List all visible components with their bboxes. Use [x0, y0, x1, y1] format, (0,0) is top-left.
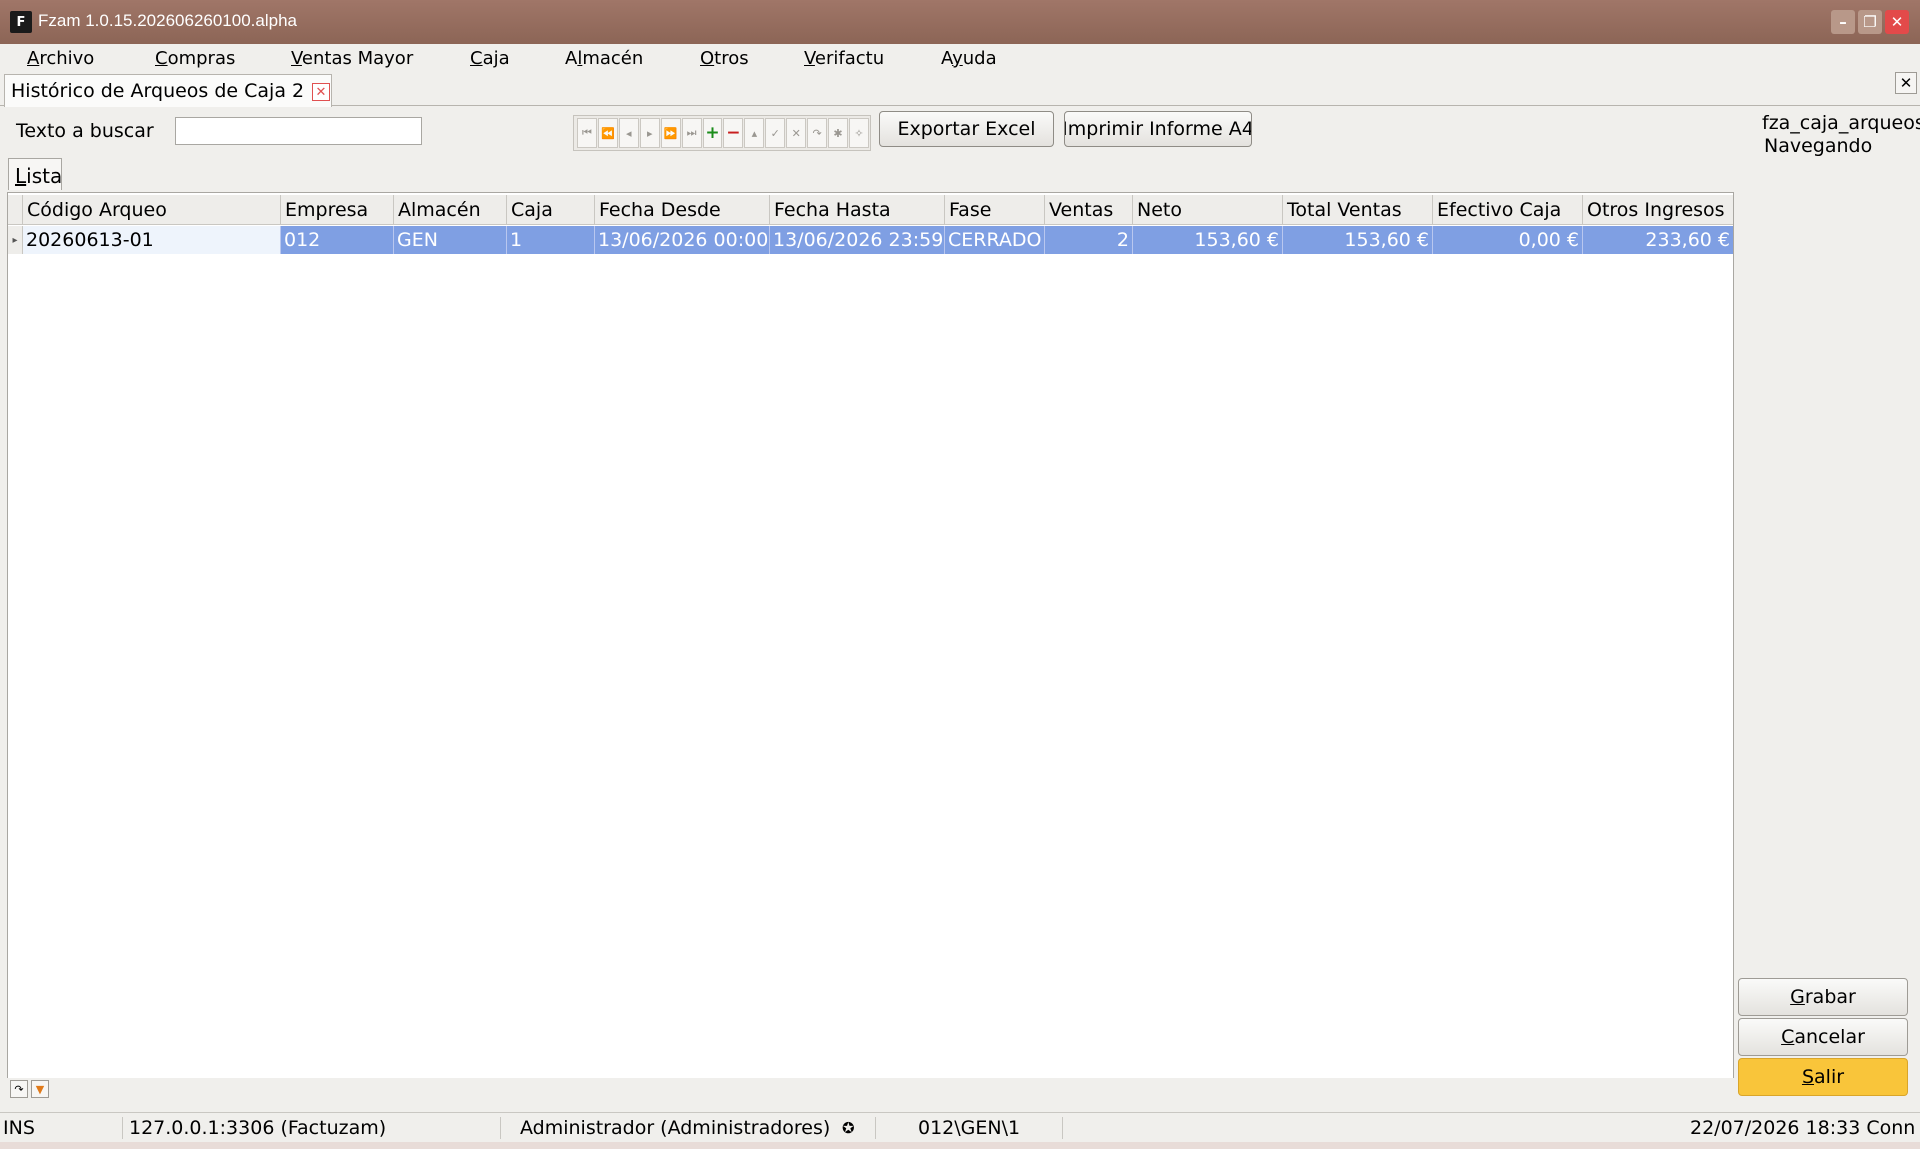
cell-neto[interactable]: 153,60 € — [1133, 226, 1283, 254]
grabar-button[interactable]: Grabar — [1738, 978, 1908, 1016]
menu-ventas-mayor[interactable]: Ventas Mayor — [291, 48, 413, 69]
status-divider — [500, 1117, 501, 1139]
column-header[interactable]: Código Arqueo — [23, 195, 281, 225]
record-navigator: ⏮ ⏪ ◂ ▸ ⏩ ⏭ + − ▴ ✓ ✕ ↷ ✱ ✧ — [573, 115, 871, 151]
column-header[interactable]: Total Ventas — [1283, 195, 1433, 225]
salir-button[interactable]: Salir — [1738, 1058, 1908, 1096]
window-bottom-edge — [0, 1142, 1920, 1149]
maximize-button[interactable]: ❐ — [1858, 10, 1882, 34]
column-header[interactable]: Ventas — [1045, 195, 1133, 225]
column-header[interactable]: Caja — [507, 195, 595, 225]
status-mode: INS — [3, 1117, 35, 1139]
first-record-icon[interactable]: ⏮ — [577, 118, 597, 148]
grid-header: Código Arqueo Empresa Almacén Caja Fecha… — [8, 195, 1733, 225]
status-divider — [122, 1117, 123, 1139]
menu-caja[interactable]: Caja — [470, 48, 510, 69]
menu-almacen[interactable]: Almacén — [565, 48, 643, 69]
delete-record-icon[interactable]: − — [723, 118, 744, 148]
column-header[interactable]: Fase — [945, 195, 1045, 225]
menu-compras[interactable]: Compras — [155, 48, 235, 69]
cell-ventas[interactable]: 2 — [1045, 226, 1133, 254]
column-header[interactable]: Fecha Hasta — [770, 195, 945, 225]
table-row[interactable]: ▸ 20260613-01 012 GEN 1 13/06/2026 00:00… — [8, 226, 1733, 254]
column-header[interactable]: Empresa — [281, 195, 394, 225]
arqueos-grid[interactable]: Código Arqueo Empresa Almacén Caja Fecha… — [7, 192, 1734, 1079]
cell-empresa[interactable]: 012 — [281, 226, 394, 254]
prior-page-icon[interactable]: ⏪ — [597, 118, 618, 148]
refresh-icon[interactable]: ↷ — [10, 1080, 28, 1098]
status-connection: 127.0.0.1:3306 (Factuzam) — [129, 1117, 387, 1139]
menu-ayuda[interactable]: Ayuda — [941, 48, 997, 69]
table-name-label: fza_caja_arqueos — [1762, 112, 1920, 134]
menu-otros[interactable]: Otros — [700, 48, 749, 69]
column-header[interactable]: Neto — [1133, 195, 1283, 225]
panel-close-icon[interactable]: ✕ — [1895, 72, 1917, 94]
next-record-icon[interactable]: ▸ — [639, 118, 660, 148]
row-indicator-icon: ▸ — [8, 226, 23, 254]
cancelar-button[interactable]: Cancelar — [1738, 1018, 1908, 1056]
last-record-icon[interactable]: ⏭ — [681, 118, 702, 148]
status-location: 012\GEN\1 — [918, 1117, 1021, 1139]
menu-archivo[interactable]: Archivo — [27, 48, 94, 69]
next-page-icon[interactable]: ⏩ — [660, 118, 681, 148]
tab-lista[interactable]: Lista — [8, 158, 62, 190]
column-header[interactable]: Almacén — [394, 195, 507, 225]
cell-codigo[interactable]: 20260613-01 — [23, 226, 281, 254]
window-title: Fzam 1.0.15.202606260100.alpha — [38, 11, 297, 30]
search-input[interactable] — [175, 117, 422, 145]
side-info-panel: fza_caja_arqueos Navegando — [1762, 112, 1920, 158]
cell-total-ventas[interactable]: 153,60 € — [1283, 226, 1433, 254]
column-header[interactable]: Efectivo Caja — [1433, 195, 1583, 225]
menu-bar: Archivo Compras Ventas Mayor Caja Almacé… — [0, 44, 1920, 72]
cell-fase[interactable]: CERRADO — [945, 226, 1045, 254]
cell-almacen[interactable]: GEN — [394, 226, 507, 254]
status-divider — [1062, 1117, 1063, 1139]
edit-record-icon[interactable]: ▴ — [744, 118, 765, 148]
refresh-records-icon[interactable]: ↷ — [807, 118, 828, 148]
cell-efectivo-caja[interactable]: 0,00 € — [1433, 226, 1583, 254]
state-label: Navegando — [1764, 135, 1873, 157]
close-window-button[interactable]: ✕ — [1885, 10, 1909, 34]
cell-caja[interactable]: 1 — [507, 226, 595, 254]
cell-otros-ingresos[interactable]: 233,60 € — [1583, 226, 1733, 254]
status-user: Administrador (Administradores) — [520, 1117, 831, 1139]
insert-record-icon[interactable]: + — [702, 118, 723, 148]
tab-historico-arqueos[interactable]: Histórico de Arqueos de Caja 2 ✕ — [4, 74, 332, 107]
cell-fecha-hasta[interactable]: 13/06/2026 23:59:59 — [770, 226, 945, 254]
print-a4-report-button[interactable]: Imprimir Informe A4 — [1064, 111, 1252, 147]
tab-title: Histórico de Arqueos de Caja 2 — [11, 80, 305, 102]
filter-icon[interactable]: ▼ — [31, 1080, 49, 1098]
title-bar: F Fzam 1.0.15.202606260100.alpha – ❐ ✕ — [0, 0, 1920, 44]
status-bar: INS 127.0.0.1:3306 (Factuzam) Administra… — [0, 1112, 1920, 1142]
cancel-record-icon[interactable]: ✕ — [786, 118, 807, 148]
app-logo-icon: F — [10, 11, 32, 33]
search-label: Texto a buscar — [16, 120, 154, 142]
post-record-icon[interactable]: ✓ — [765, 118, 786, 148]
prior-record-icon[interactable]: ◂ — [618, 118, 639, 148]
status-divider — [875, 1117, 876, 1139]
status-datetime: 22/07/2026 18:33 Conn — [1690, 1117, 1916, 1139]
header-indicator — [8, 195, 23, 225]
document-tab-strip: Histórico de Arqueos de Caja 2 ✕ — [0, 72, 1920, 107]
user-status-icon: ✪ — [842, 1119, 855, 1137]
export-excel-button[interactable]: Exportar Excel — [879, 111, 1054, 147]
menu-verifactu[interactable]: Verifactu — [804, 48, 884, 69]
grid-footer: ↷ ▼ — [7, 1078, 1734, 1100]
column-header[interactable]: Fecha Desde — [595, 195, 770, 225]
cell-fecha-desde[interactable]: 13/06/2026 00:00:00 — [595, 226, 770, 254]
apply-update-icon[interactable]: ✱ — [828, 118, 848, 148]
column-header[interactable]: Otros Ingresos — [1583, 195, 1733, 225]
cancel-update-icon[interactable]: ✧ — [848, 118, 869, 148]
tab-close-icon[interactable]: ✕ — [312, 83, 330, 101]
minimize-button[interactable]: – — [1831, 10, 1855, 34]
